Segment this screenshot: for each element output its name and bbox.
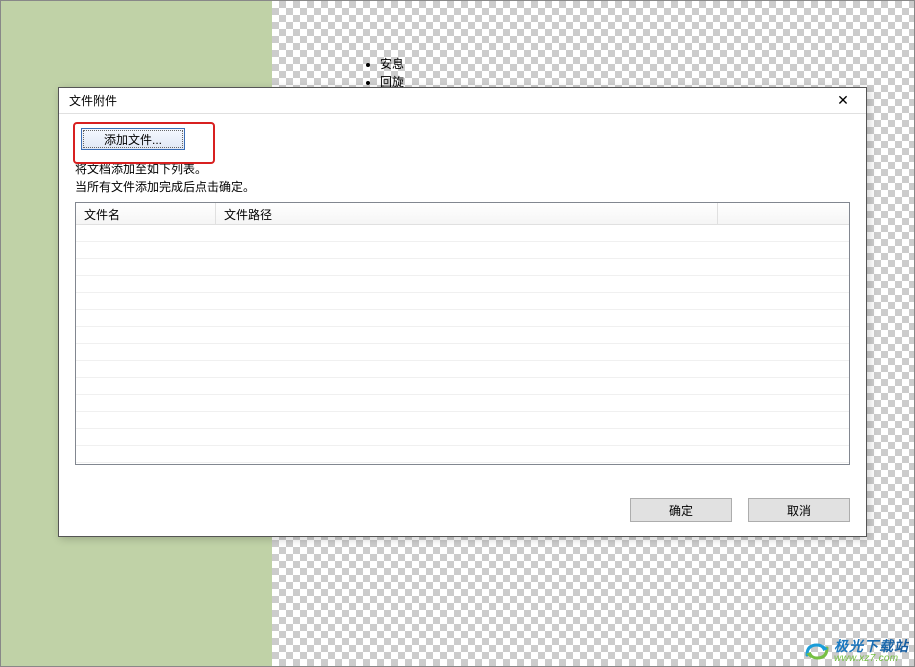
hint-text: 将文档添加至如下列表。 当所有文件添加完成后点击确定。 [75,160,850,196]
table-row[interactable] [76,293,849,310]
column-extra[interactable] [718,203,849,224]
ok-button[interactable]: 确定 [630,498,732,522]
file-attachment-dialog: 文件附件 ✕ 添加文件... 将文档添加至如下列表。 当所有文件添加完成后点击确… [58,87,867,537]
table-row[interactable] [76,259,849,276]
table-header: 文件名 文件路径 [76,203,849,225]
table-row[interactable] [76,429,849,446]
cancel-button[interactable]: 取消 [748,498,850,522]
column-filename[interactable]: 文件名 [76,203,216,224]
bullet-list: 安息 回旋 [360,55,404,91]
hint-line-1: 将文档添加至如下列表。 [75,160,850,178]
table-row[interactable] [76,276,849,293]
document-content: 安息 回旋 [360,55,404,91]
list-item: 安息 [380,55,404,73]
file-list-table[interactable]: 文件名 文件路径 [75,202,850,465]
table-row[interactable] [76,242,849,259]
hint-line-2: 当所有文件添加完成后点击确定。 [75,178,850,196]
dialog-button-row: 确定 取消 [630,498,850,522]
close-button[interactable]: ✕ [824,90,862,112]
dialog-body: 添加文件... 将文档添加至如下列表。 当所有文件添加完成后点击确定。 文件名 … [59,114,866,536]
table-row[interactable] [76,225,849,242]
table-row[interactable] [76,310,849,327]
column-filepath[interactable]: 文件路径 [216,203,718,224]
dialog-title: 文件附件 [69,92,117,109]
table-row[interactable] [76,327,849,344]
watermark: 极光下载站 www.xz7.com [804,639,909,664]
table-row[interactable] [76,344,849,361]
table-row[interactable] [76,446,849,463]
table-row[interactable] [76,395,849,412]
add-file-button[interactable]: 添加文件... [81,128,185,150]
dialog-titlebar[interactable]: 文件附件 ✕ [59,88,866,114]
table-row[interactable] [76,412,849,429]
watermark-logo-icon [804,640,830,662]
table-rows [76,225,849,464]
watermark-text: 极光下载站 www.xz7.com [834,639,909,664]
close-icon: ✕ [837,92,849,109]
watermark-brand: 极光下载站 [834,639,909,654]
watermark-url: www.xz7.com [834,654,909,665]
table-row[interactable] [76,361,849,378]
table-row[interactable] [76,378,849,395]
